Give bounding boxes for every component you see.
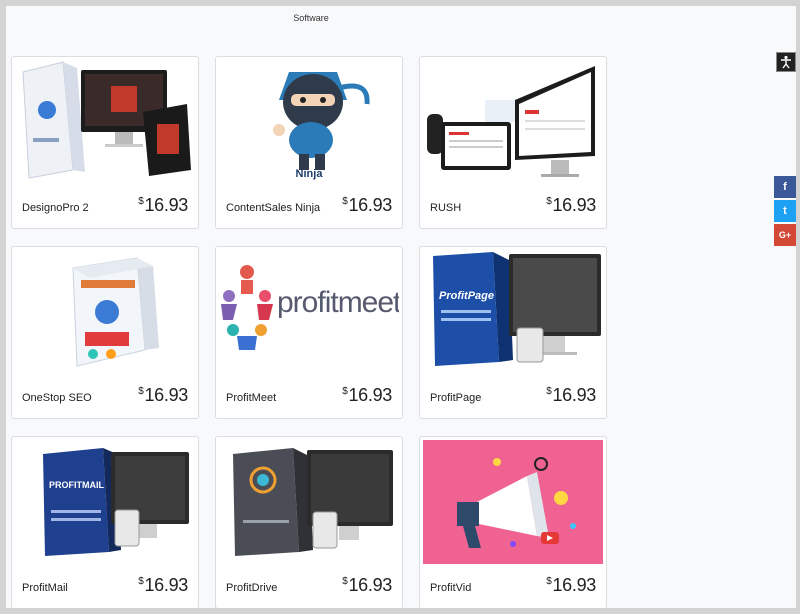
twitter-share-button[interactable]: t <box>774 200 796 222</box>
product-price: $16.93 <box>138 575 188 595</box>
page-title: Software <box>293 13 329 23</box>
page: Software DesignoPro 2 $16.93 Ninja Conte… <box>6 6 796 608</box>
accessibility-icon[interactable] <box>776 52 796 72</box>
product-image-profitmeet[interactable]: profitmeet <box>219 250 399 374</box>
product-image-onestop-seo[interactable] <box>15 250 195 374</box>
product-name[interactable]: ProfitVid <box>430 582 471 594</box>
product-card-profitmail[interactable]: PROFITMAIL ProfitMail $16.93 <box>11 436 199 608</box>
ninja-caption: Ninja <box>295 168 323 180</box>
product-price: $16.93 <box>138 195 188 215</box>
product-card-designopro[interactable]: DesignoPro 2 $16.93 <box>11 56 199 229</box>
googleplus-share-button[interactable]: G+ <box>774 224 796 246</box>
profitpage-logo: ProfitPage <box>439 290 495 302</box>
product-price: $16.93 <box>546 575 596 595</box>
product-price: $16.93 <box>342 195 392 215</box>
product-card-profitmeet[interactable]: profitmeet ProfitMeet $16.93 <box>215 246 403 419</box>
profitmeet-wordmark: profitmeet <box>277 286 399 319</box>
product-image-profitmail[interactable]: PROFITMAIL <box>15 440 195 564</box>
product-image-profitvid[interactable] <box>423 440 603 564</box>
product-image-contentsales-ninja[interactable]: Ninja <box>219 60 399 184</box>
product-image-designopro[interactable] <box>15 60 195 184</box>
product-name[interactable]: ContentSales Ninja <box>226 202 320 214</box>
product-name[interactable]: ProfitMail <box>22 582 68 594</box>
product-name[interactable]: ProfitMeet <box>226 392 276 404</box>
product-name[interactable]: ProfitPage <box>430 392 481 404</box>
profitmail-logo: PROFITMAIL <box>49 480 104 490</box>
product-grid: DesignoPro 2 $16.93 Ninja ContentSales N… <box>11 56 621 608</box>
product-card-contentsales-ninja[interactable]: Ninja ContentSales Ninja $16.93 <box>215 56 403 229</box>
product-price: $16.93 <box>342 575 392 595</box>
product-card-profitpage[interactable]: ProfitPage ProfitPage $16.93 <box>419 246 607 419</box>
facebook-share-button[interactable]: f <box>774 176 796 198</box>
product-name[interactable]: RUSH <box>430 202 461 214</box>
product-price: $16.93 <box>546 385 596 405</box>
product-card-rush[interactable]: RUSH $16.93 <box>419 56 607 229</box>
product-name[interactable]: DesignoPro 2 <box>22 202 89 214</box>
product-price: $16.93 <box>546 195 596 215</box>
product-image-rush[interactable] <box>423 60 603 184</box>
product-price: $16.93 <box>138 385 188 405</box>
product-image-profitdrive[interactable] <box>219 440 399 564</box>
product-image-profitpage[interactable]: ProfitPage <box>423 250 603 374</box>
product-name[interactable]: ProfitDrive <box>226 582 277 594</box>
product-price: $16.93 <box>342 385 392 405</box>
product-card-onestop-seo[interactable]: OneStop SEO $16.93 <box>11 246 199 419</box>
product-name[interactable]: OneStop SEO <box>22 392 92 404</box>
product-card-profitvid[interactable]: ProfitVid $16.93 <box>419 436 607 608</box>
product-card-profitdrive[interactable]: ProfitDrive $16.93 <box>215 436 403 608</box>
